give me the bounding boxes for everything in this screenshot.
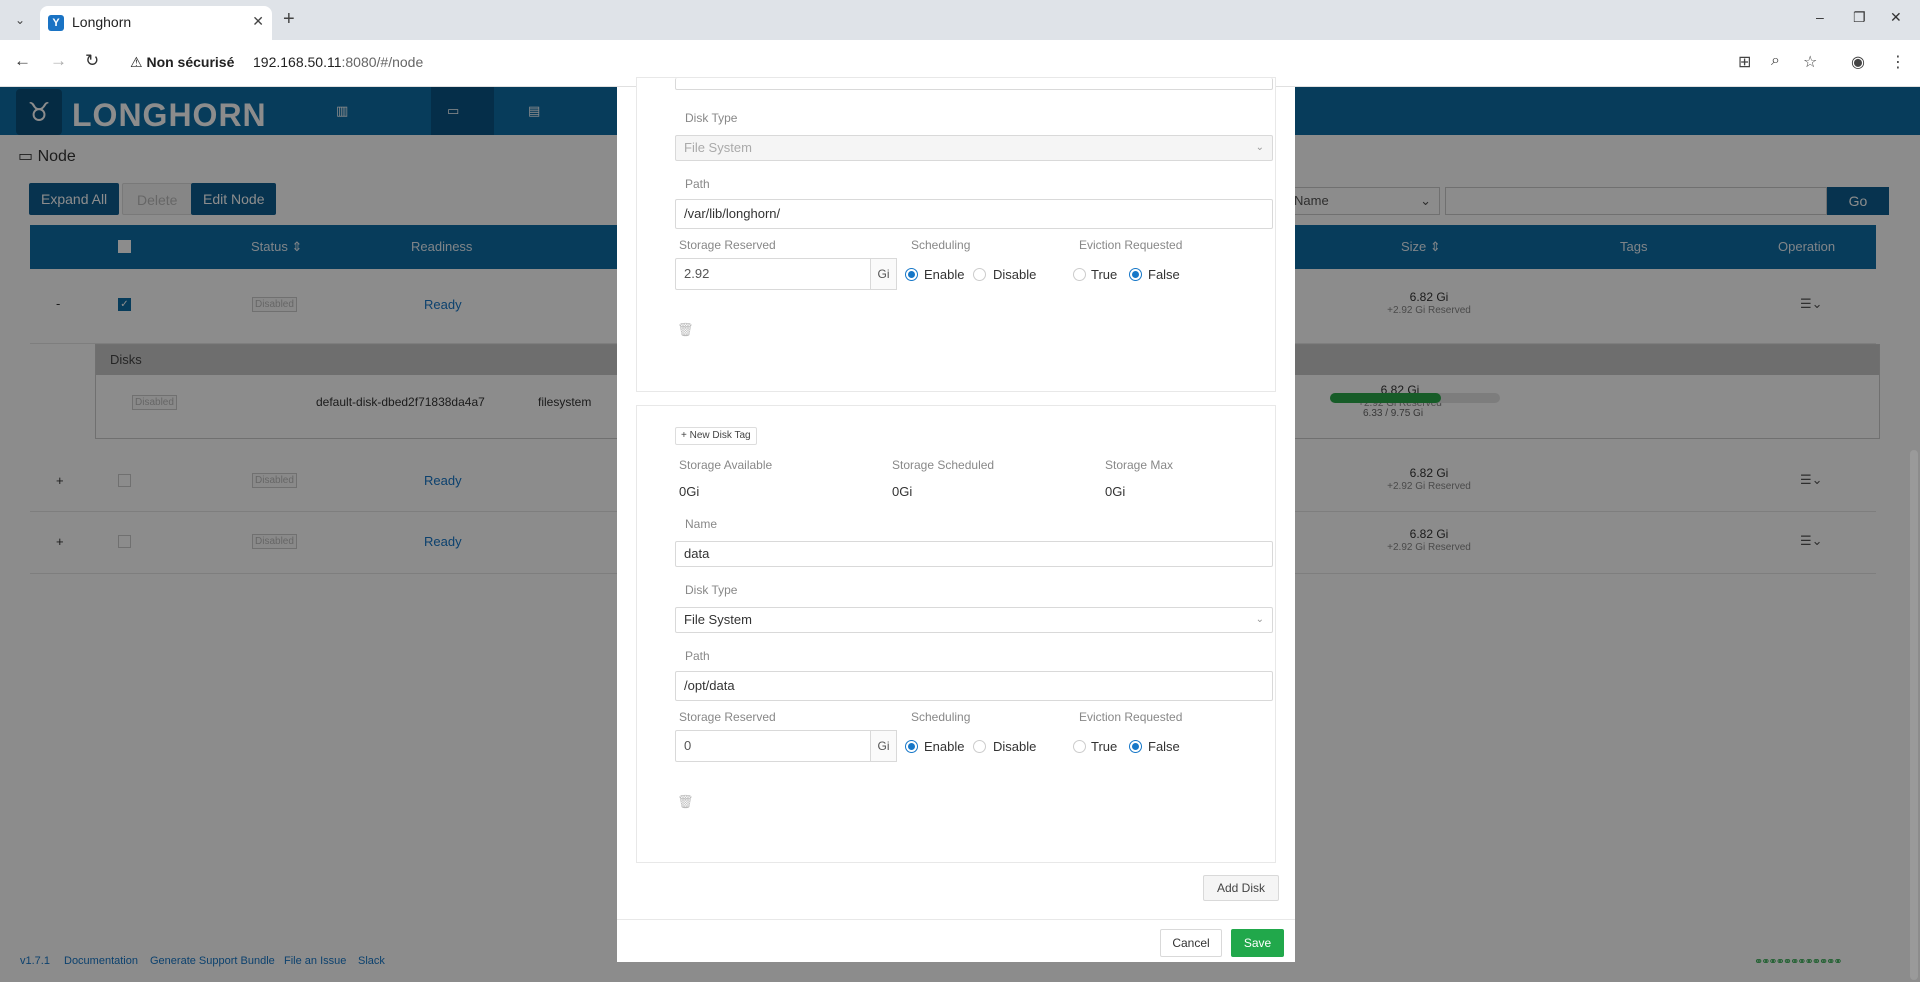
storage-reserved-input[interactable]: 2.92	[675, 258, 871, 290]
zoom-icon[interactable]: ⌕	[1771, 52, 1780, 70]
translate-icon[interactable]: ⊞	[1738, 52, 1751, 72]
storage-reserved-label: Storage Reserved	[679, 238, 776, 252]
scheduling-label: Scheduling	[911, 710, 971, 724]
path-label: Path	[685, 649, 710, 663]
eviction-false-label[interactable]: False	[1148, 739, 1180, 754]
tab-close-icon[interactable]: ✕	[252, 13, 264, 30]
eviction-requested-label: Eviction Requested	[1079, 238, 1183, 252]
profile-icon[interactable]: ◉	[1851, 52, 1865, 72]
storage-reserved-unit: Gi	[871, 730, 897, 762]
minimize-icon[interactable]: –	[1816, 9, 1824, 25]
disk-name-input[interactable]: data	[675, 541, 1273, 567]
scheduling-disable-radio[interactable]	[973, 740, 986, 753]
forward-icon[interactable]: →	[50, 51, 67, 71]
longhorn-favicon-icon: Y	[48, 15, 64, 31]
scheduling-enable-label[interactable]: Enable	[924, 739, 964, 754]
url-field[interactable]: 192.168.50.11:8080/#/node	[253, 54, 423, 70]
save-button[interactable]: Save	[1231, 929, 1284, 957]
scheduling-disable-label[interactable]: Disable	[993, 267, 1036, 282]
delete-disk-trash-icon[interactable]: 🗑	[677, 794, 694, 810]
browser-tab[interactable]: Y Longhorn ✕	[40, 6, 272, 40]
storage-reserved-label: Storage Reserved	[679, 710, 776, 724]
disk-name-field-clipped[interactable]	[675, 78, 1273, 90]
page-scrollbar[interactable]	[1910, 450, 1918, 980]
name-label: Name	[685, 517, 718, 531]
disk-type-select[interactable]: File System ⌄	[675, 135, 1273, 161]
eviction-requested-label: Eviction Requested	[1079, 710, 1183, 724]
disk-type-label: Disk Type	[685, 583, 738, 597]
storage-reserved-input[interactable]: 0	[675, 730, 871, 762]
eviction-true-label[interactable]: True	[1091, 267, 1117, 282]
window-close-icon[interactable]: ✕	[1890, 9, 1902, 26]
storage-max-value: 0Gi	[1105, 484, 1126, 499]
storage-scheduled-label: Storage Scheduled	[892, 458, 995, 472]
storage-reserved-unit: Gi	[871, 258, 897, 290]
delete-disk-trash-icon[interactable]: 🗑	[677, 322, 694, 338]
path-input[interactable]: /var/lib/longhorn/	[675, 199, 1273, 229]
cancel-button[interactable]: Cancel	[1160, 929, 1222, 957]
security-indicator[interactable]: ⚠ Non sécurisé	[130, 54, 234, 71]
chevron-down-icon: ⌄	[1255, 142, 1264, 153]
modal-footer-divider	[617, 919, 1295, 920]
add-disk-button[interactable]: Add Disk	[1203, 875, 1279, 901]
chevron-down-icon: ⌄	[1255, 614, 1264, 625]
scheduling-enable-label[interactable]: Enable	[924, 267, 964, 282]
edit-node-modal: Disk Type File System ⌄ Path /var/lib/lon…	[617, 77, 1295, 962]
storage-available-label: Storage Available	[679, 458, 773, 472]
scheduling-label: Scheduling	[911, 238, 971, 252]
storage-available-value: 0Gi	[679, 484, 700, 499]
disk-type-select[interactable]: File System ⌄	[675, 607, 1273, 633]
back-icon[interactable]: ←	[14, 51, 31, 71]
tab-title: Longhorn	[72, 14, 132, 30]
eviction-false-radio[interactable]	[1129, 740, 1142, 753]
eviction-true-radio[interactable]	[1073, 740, 1086, 753]
browser-tab-bar: ⌄ Y Longhorn ✕ + – ❐ ✕	[0, 0, 1920, 40]
tab-search-chevron-icon[interactable]: ⌄	[8, 10, 32, 30]
scheduling-enable-radio[interactable]	[905, 740, 918, 753]
scheduling-disable-radio[interactable]	[973, 268, 986, 281]
eviction-false-radio[interactable]	[1129, 268, 1142, 281]
new-tab-icon[interactable]: +	[283, 8, 295, 31]
bookmark-star-icon[interactable]: ☆	[1803, 52, 1817, 72]
scheduling-enable-radio[interactable]	[905, 268, 918, 281]
path-input[interactable]: /opt/data	[675, 671, 1273, 701]
storage-scheduled-value: 0Gi	[892, 484, 913, 499]
path-label: Path	[685, 177, 710, 191]
disk-card: + New Disk Tag Storage Available Storage…	[636, 405, 1276, 863]
eviction-true-label[interactable]: True	[1091, 739, 1117, 754]
eviction-true-radio[interactable]	[1073, 268, 1086, 281]
eviction-false-label[interactable]: False	[1148, 267, 1180, 282]
reload-icon[interactable]: ↻	[85, 51, 99, 71]
storage-max-label: Storage Max	[1105, 458, 1174, 472]
browser-menu-icon[interactable]: ⋮	[1890, 52, 1906, 72]
restore-icon[interactable]: ❐	[1853, 9, 1866, 26]
disk-card: Disk Type File System ⌄ Path /var/lib/lon…	[636, 77, 1276, 392]
disk-type-label: Disk Type	[685, 111, 738, 125]
new-disk-tag-button[interactable]: + New Disk Tag	[675, 427, 757, 445]
scheduling-disable-label[interactable]: Disable	[993, 739, 1036, 754]
